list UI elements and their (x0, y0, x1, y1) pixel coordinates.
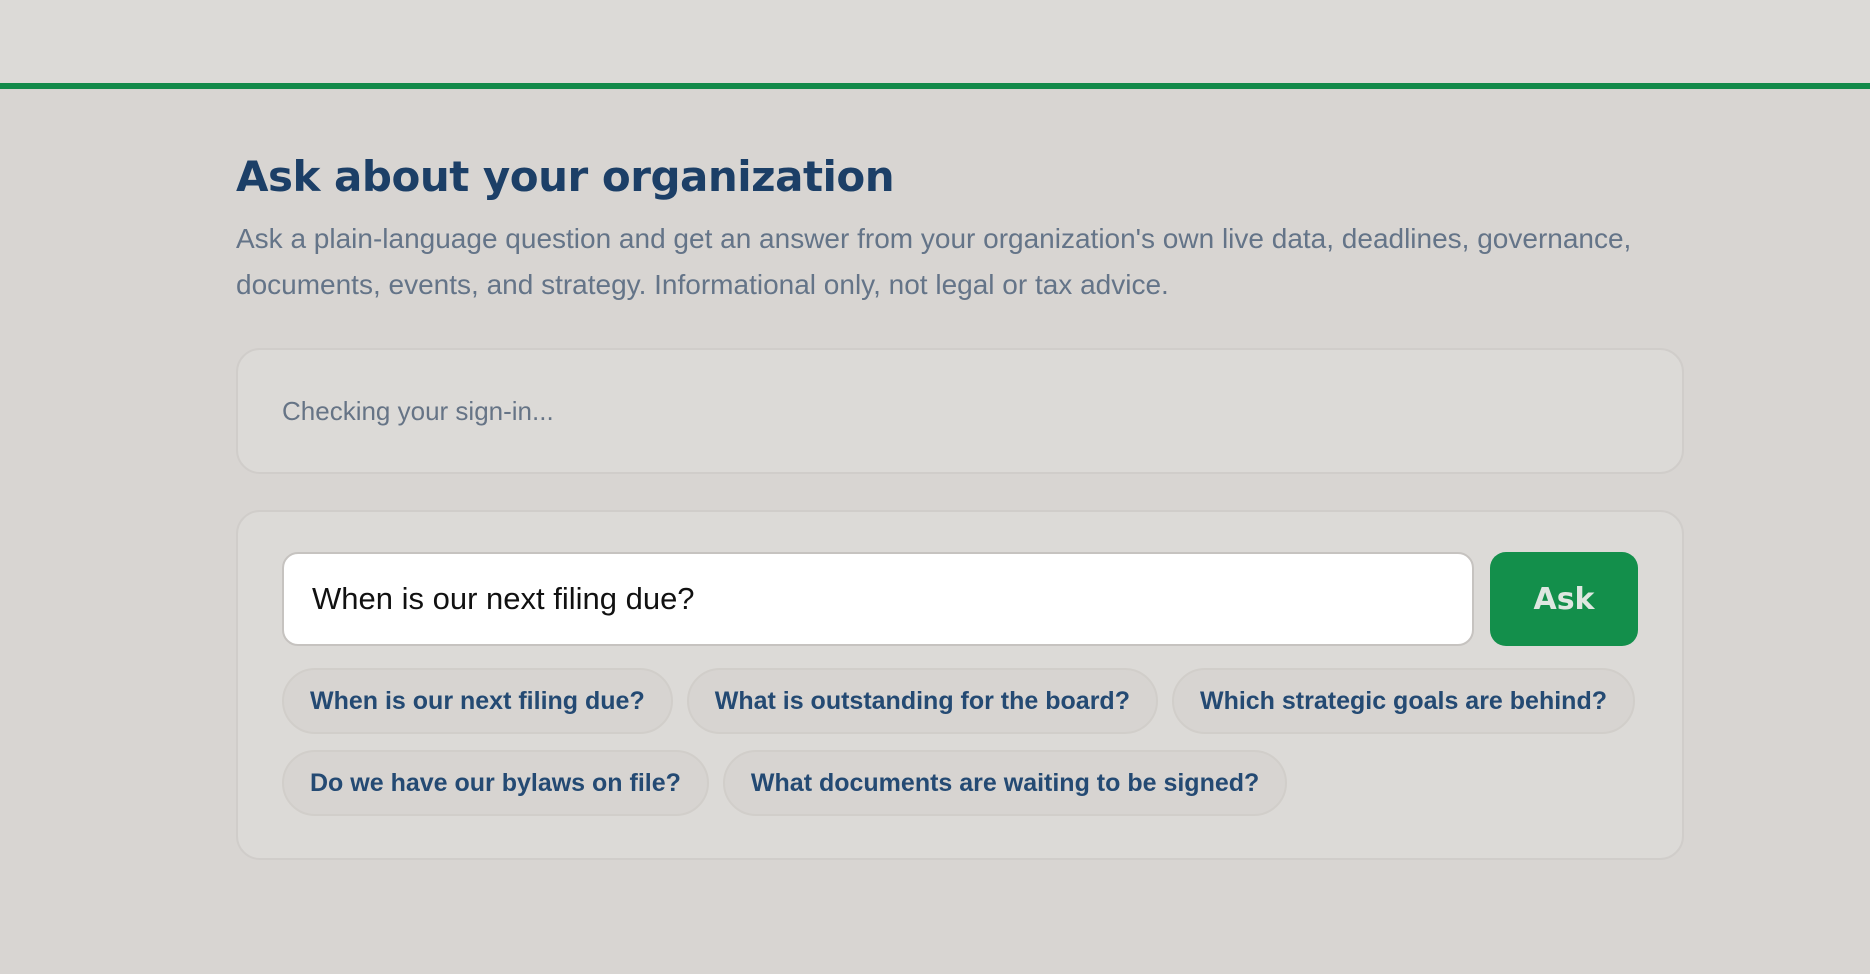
suggestion-chip-bylaws[interactable]: Do we have our bylaws on file? (282, 750, 709, 816)
sign-in-status-text: Checking your sign-in... (282, 395, 554, 426)
ask-button[interactable]: Ask (1490, 552, 1638, 646)
ask-row: Ask (282, 552, 1638, 646)
main-content: Ask about your organization Ask a plain-… (236, 150, 1684, 860)
suggestion-chip-board-outstanding[interactable]: What is outstanding for the board? (686, 668, 1158, 734)
page-subtitle: Ask a plain-language question and get an… (236, 223, 1632, 300)
suggestion-chip-strategic-goals[interactable]: Which strategic goals are behind? (1171, 668, 1635, 734)
top-bar (0, 0, 1870, 83)
suggested-questions: When is our next filing due? What is out… (282, 668, 1642, 816)
ask-question-card: Ask When is our next filing due? What is… (236, 510, 1684, 860)
page-title: Ask about your organization (236, 152, 895, 201)
top-bar-accent-rule (0, 83, 1870, 89)
suggestion-chip-documents-to-sign[interactable]: What documents are waiting to be signed? (722, 750, 1288, 816)
question-input[interactable] (282, 552, 1474, 646)
suggestion-chip-next-filing[interactable]: When is our next filing due? (282, 668, 673, 734)
sign-in-status-card: Checking your sign-in... (236, 348, 1684, 474)
